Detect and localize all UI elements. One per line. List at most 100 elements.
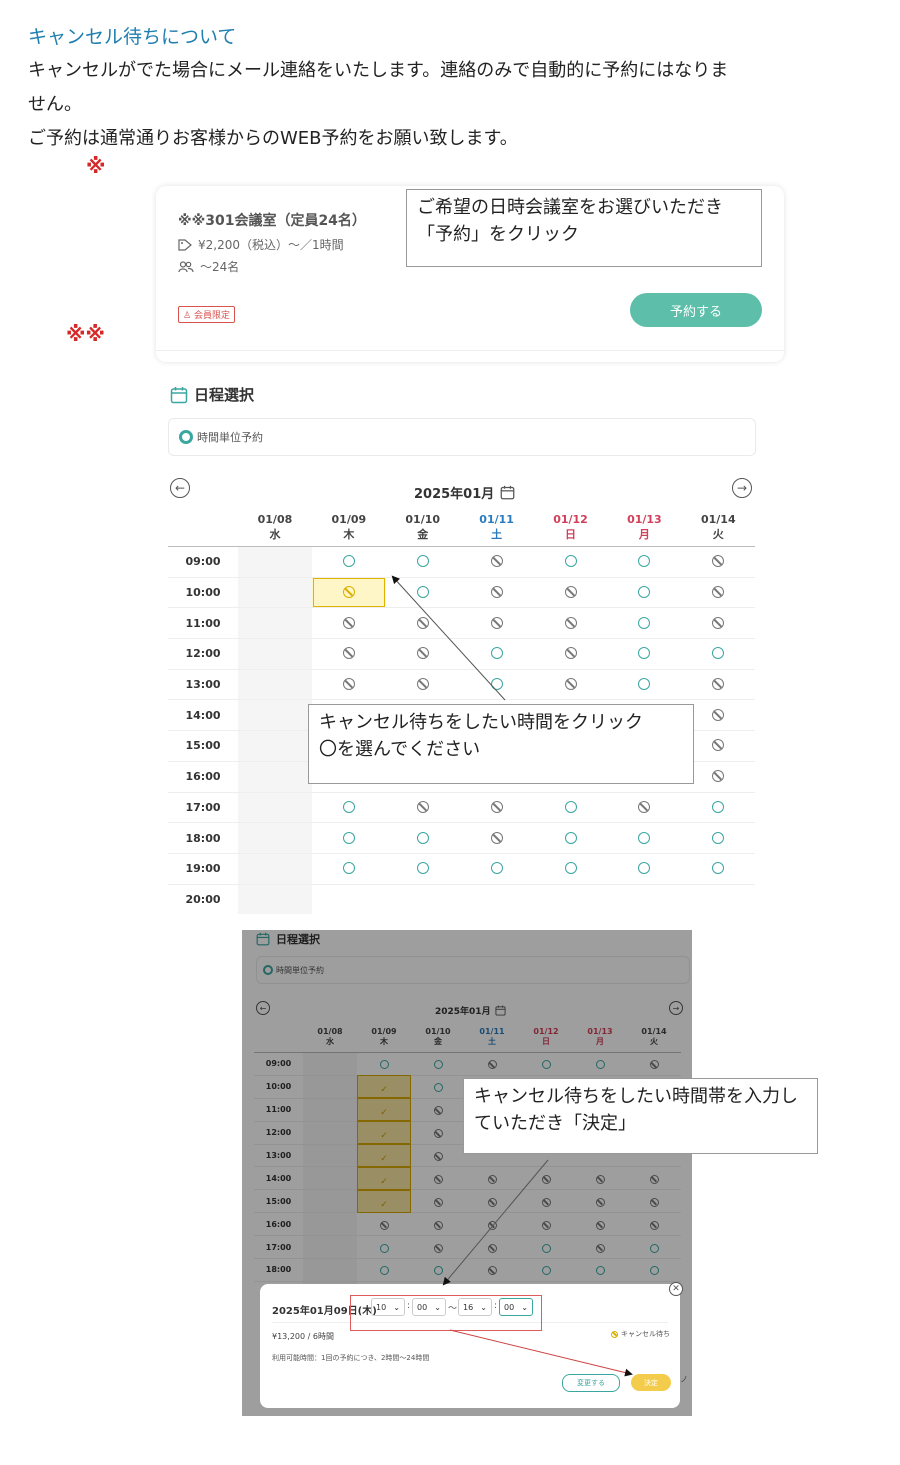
time-slot-cell[interactable] [459, 546, 534, 578]
time-slot-cell[interactable] [311, 607, 386, 639]
unavailable-icon [490, 616, 503, 629]
usage-note: 利用可能時間：1回の予約につき、2時間～24時間 [272, 1354, 430, 1362]
day-header: 01/11 土 [459, 508, 534, 547]
time-slot-cell[interactable] [311, 668, 386, 700]
time-slot-cell[interactable] [607, 791, 682, 823]
time-slot-cell[interactable] [459, 822, 534, 854]
room-price-row: ¥2,200（税込）～／1時間 [178, 236, 344, 253]
time-slot-cell[interactable] [607, 852, 682, 885]
time-slot-cell[interactable] [311, 576, 386, 608]
time-slot-cell[interactable] [533, 576, 608, 608]
time-slot-cell [533, 883, 608, 915]
note-mark-double: ※※ [66, 322, 105, 346]
time-slot-cell[interactable] [533, 546, 608, 578]
time-slot-cell [459, 883, 534, 915]
time-slot-cell[interactable] [385, 638, 460, 670]
available-icon [342, 800, 355, 813]
time-slot-cell[interactable] [607, 576, 682, 608]
time-slot-cell[interactable] [385, 791, 460, 823]
available-icon [638, 555, 651, 568]
time-row: 09:00 [168, 546, 756, 578]
time-slot-cell[interactable] [459, 668, 534, 700]
time-slot-cell[interactable] [311, 822, 386, 854]
available-icon [638, 862, 651, 875]
time-slot-cell[interactable] [385, 607, 460, 639]
next-week-button[interactable]: → [732, 478, 752, 498]
time-slot-cell[interactable] [607, 607, 682, 639]
time-slot-cell[interactable] [311, 638, 386, 670]
schedule-title: 日程選択 [194, 386, 255, 404]
time-slot-cell [311, 883, 386, 915]
time-slot-cell[interactable] [681, 822, 756, 854]
available-icon [638, 586, 651, 599]
time-slot-cell[interactable] [607, 822, 682, 854]
available-icon [416, 862, 429, 875]
time-slot-cell[interactable] [533, 607, 608, 639]
time-slot-cell[interactable] [681, 576, 756, 608]
unavailable-icon [712, 770, 725, 783]
time-slot-cell[interactable] [385, 668, 460, 700]
time-slot-cell[interactable] [459, 852, 534, 885]
day-date: 01/13 [627, 512, 662, 526]
time-slot-cell[interactable] [607, 546, 682, 578]
month-calendar-icon[interactable] [500, 485, 515, 500]
unavailable-icon [564, 647, 577, 660]
month-label-row: 2025年01月 [414, 483, 515, 502]
time-slot-cell [238, 699, 312, 731]
schedule-panel: 日程選択 時間単位予約 ← → 2025年01月 01/08 水 01/09 木 01/… [156, 370, 790, 915]
time-slot-cell[interactable] [607, 638, 682, 670]
time-slot-cell[interactable] [311, 852, 386, 885]
time-slot-cell[interactable] [311, 791, 386, 823]
day-of-week: 月 [638, 527, 650, 541]
time-label: 15:00 [168, 730, 238, 762]
change-button[interactable]: 変更する [562, 1374, 620, 1392]
time-slot-cell[interactable] [533, 668, 608, 700]
unavailable-icon [564, 586, 577, 599]
time-slot-cell [238, 607, 312, 639]
time-slot-cell[interactable] [385, 852, 460, 885]
unavailable-icon [490, 800, 503, 813]
time-slot-cell[interactable] [681, 852, 756, 885]
time-slot-cell[interactable] [459, 638, 534, 670]
time-slot-cell[interactable] [533, 852, 608, 885]
booking-type-label: 時間単位予約 [197, 431, 263, 444]
time-label: 17:00 [168, 791, 238, 823]
time-slot-cell[interactable] [533, 638, 608, 670]
reserve-button[interactable]: 予約する [630, 293, 762, 327]
room-capacity-row: ～24名 [178, 258, 239, 275]
time-slot-cell[interactable] [459, 791, 534, 823]
time-slot-cell [238, 760, 312, 792]
available-icon [638, 678, 651, 691]
time-slot-cell[interactable] [681, 638, 756, 670]
time-slot-cell[interactable] [681, 546, 756, 578]
day-date: 01/12 [553, 512, 588, 526]
decide-button[interactable]: 決定 [631, 1374, 671, 1391]
time-slot-cell[interactable] [385, 822, 460, 854]
time-slot-cell[interactable] [681, 668, 756, 700]
time-slot-cell[interactable] [533, 791, 608, 823]
room-price: ¥2,200（税込）～／1時間 [198, 238, 344, 252]
day-header: 01/10 金 [385, 508, 460, 547]
time-slot-cell[interactable] [533, 822, 608, 854]
unavailable-icon [564, 616, 577, 629]
time-slot-cell[interactable] [459, 576, 534, 608]
booking-type-option[interactable]: 時間単位予約 [168, 418, 756, 456]
cancel-wait-icon [611, 1330, 618, 1338]
radio-selected-icon [179, 430, 193, 444]
time-slot-cell [238, 883, 312, 915]
section-heading: キャンセル待ちについて [28, 26, 237, 48]
time-slot-cell[interactable] [607, 668, 682, 700]
time-label: 11:00 [168, 607, 238, 639]
available-icon [490, 647, 503, 660]
time-slot-cell[interactable] [311, 546, 386, 578]
available-icon [416, 831, 429, 844]
close-icon[interactable]: ✕ [669, 1282, 683, 1296]
prev-week-button[interactable]: ← [170, 478, 190, 498]
time-slot-cell [385, 883, 460, 915]
time-slot-cell[interactable] [385, 576, 460, 608]
time-slot-cell[interactable] [459, 607, 534, 639]
time-slot-cell[interactable] [385, 546, 460, 578]
time-slot-cell[interactable] [681, 607, 756, 639]
time-slot-cell[interactable] [681, 791, 756, 823]
paragraph-line-2: せん。 [28, 94, 82, 115]
